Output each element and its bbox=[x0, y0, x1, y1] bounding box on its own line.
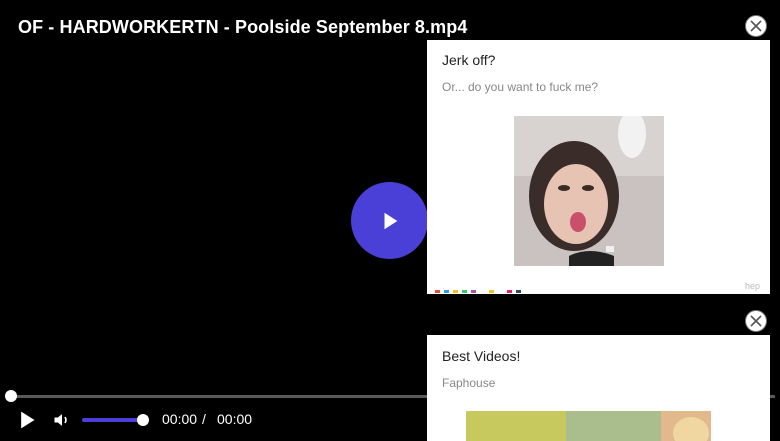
video-title: OF - HARDWORKERTN - Poolside September 8… bbox=[18, 17, 468, 37]
volume-button[interactable] bbox=[52, 410, 72, 430]
volume-handle[interactable] bbox=[137, 414, 149, 426]
ad-close-button[interactable] bbox=[745, 15, 767, 37]
progress-handle[interactable] bbox=[5, 390, 17, 402]
time-separator: / bbox=[202, 411, 206, 427]
close-icon bbox=[750, 315, 762, 327]
ad-subtitle: Or... do you want to fuck me? bbox=[442, 80, 599, 94]
play-icon bbox=[21, 411, 35, 429]
big-play-button[interactable] bbox=[351, 182, 428, 259]
ad-title: Best Videos! bbox=[442, 348, 521, 364]
current-time: 00:00 bbox=[162, 411, 198, 427]
ad-banner[interactable]: Jerk off? Or... do you want to fuck me? … bbox=[427, 40, 770, 294]
close-icon bbox=[750, 20, 762, 32]
ad-subtitle: Faphouse bbox=[442, 376, 496, 390]
ad-close-button[interactable] bbox=[745, 310, 767, 332]
ad-footer-label: hep bbox=[744, 281, 760, 291]
ad-title: Jerk off? bbox=[442, 52, 496, 68]
play-button[interactable] bbox=[17, 410, 37, 430]
ad-banner[interactable]: Best Videos! Faphouse bbox=[427, 335, 770, 441]
play-icon bbox=[384, 212, 397, 229]
ad-image[interactable] bbox=[466, 411, 711, 441]
duration: 00:00 bbox=[217, 411, 253, 427]
volume-icon bbox=[54, 414, 67, 426]
volume-slider[interactable] bbox=[82, 418, 144, 422]
ad-color-dots bbox=[435, 290, 521, 293]
ad-image[interactable] bbox=[514, 116, 664, 266]
